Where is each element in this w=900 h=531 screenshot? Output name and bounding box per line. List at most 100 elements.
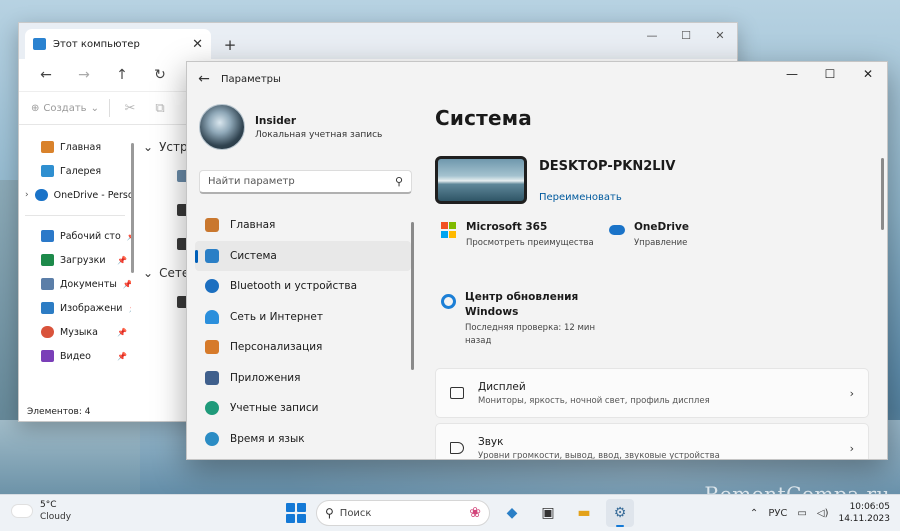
forward-arrow-icon[interactable]: → (65, 67, 103, 83)
nav-item-personalization[interactable]: Персонализация (195, 332, 411, 363)
nav-item-network[interactable]: Сеть и Интернет (195, 302, 411, 333)
update-sync-icon (441, 294, 456, 309)
nav-item-label: Учетные записи (230, 402, 319, 415)
sidebar-item-onedrive[interactable]: › OneDrive - Perso (19, 183, 131, 207)
device-wallpaper-thumbnail[interactable] (435, 156, 527, 204)
windows-logo-icon (286, 514, 295, 523)
sidebar-item-gallery[interactable]: Галерея (19, 159, 131, 183)
explorer-tab[interactable]: Этот компьютер ✕ (25, 29, 211, 59)
nav-scrollbar[interactable] (411, 222, 414, 370)
volume-icon[interactable]: ◁) (817, 508, 829, 519)
chevron-down-icon: ⌄ (143, 140, 154, 154)
windows-logo-icon (286, 503, 295, 512)
account-type: Локальная учетная запись (255, 129, 383, 140)
rename-link[interactable]: Переименовать (539, 192, 675, 203)
tile-onedrive[interactable]: OneDrive Управление (609, 220, 689, 250)
minimize-icon[interactable]: — (773, 62, 811, 86)
monitor-icon (450, 387, 464, 399)
taskbar-search-label: Поиск (339, 507, 372, 519)
chevron-right-icon: › (849, 387, 854, 400)
desktop-folder-icon (41, 230, 54, 242)
sidebar-item-label: Рабочий сто (60, 230, 121, 242)
copy-icon[interactable]: ⧉ (150, 101, 170, 116)
sidebar-scrollbar[interactable] (131, 135, 135, 405)
chevron-right-icon[interactable]: › (25, 190, 29, 200)
settings-window-title: Параметры (221, 73, 281, 85)
nav-item-system[interactable]: Система (195, 240, 411, 271)
copilot-icon[interactable]: ◆ (498, 499, 526, 527)
downloads-icon (41, 254, 54, 266)
sidebar-item-label: Документы (60, 278, 117, 290)
back-arrow-icon[interactable]: ← (27, 67, 65, 83)
up-arrow-icon[interactable]: ↑ (103, 67, 141, 83)
divider (108, 99, 110, 117)
explorer-tab-title: Этот компьютер (53, 38, 140, 50)
home-icon (41, 141, 54, 153)
close-icon[interactable]: ✕ (703, 23, 737, 47)
network-icon[interactable]: ▭ (797, 508, 806, 519)
start-button[interactable] (284, 501, 308, 525)
system-tray: ⌃ РУС ▭ ◁) 10:06:05 14.11.2023 (750, 501, 890, 525)
sidebar-item-videos[interactable]: Видео 📌 (19, 344, 131, 368)
back-arrow-icon[interactable]: ← (187, 71, 221, 87)
computer-icon (33, 38, 46, 50)
nav-item-label: Приложения (230, 371, 301, 384)
main-scrollbar[interactable] (881, 158, 884, 230)
documents-icon (41, 278, 54, 290)
card-display[interactable]: Дисплей Мониторы, яркость, ночной свет, … (435, 368, 869, 418)
sidebar-item-label: Галерея (60, 165, 102, 177)
onedrive-cloud-icon (34, 189, 48, 201)
sidebar-item-label: Загрузки (60, 254, 106, 266)
music-icon (41, 326, 54, 338)
tile-microsoft-365[interactable]: Microsoft 365 Просмотреть преимущества (441, 220, 594, 250)
sidebar-item-music[interactable]: Музыка 📌 (19, 320, 131, 344)
nav-item-time-language[interactable]: Время и язык (195, 424, 411, 455)
tile-windows-update[interactable]: Центр обновления Windows Последняя прове… (441, 290, 601, 348)
sidebar-divider (25, 215, 125, 216)
onedrive-cloud-icon (609, 225, 625, 235)
task-view-icon[interactable]: ▣ (534, 499, 562, 527)
settings-gear-icon[interactable]: ⚙ (606, 499, 634, 527)
tile-title: OneDrive (634, 221, 689, 233)
card-subtitle: Уровни громкости, вывод, ввод, звуковые … (478, 450, 720, 460)
globe-clock-icon (205, 431, 219, 446)
pin-icon: 📌 (117, 255, 127, 265)
refresh-icon[interactable]: ↻ (141, 67, 179, 83)
sidebar-item-documents[interactable]: Документы 📌 (19, 272, 131, 296)
sidebar-item-pictures[interactable]: Изображени 📌 (19, 296, 131, 320)
weather-widget[interactable]: 5°C Cloudy (12, 500, 71, 522)
close-tab-icon[interactable]: ✕ (192, 37, 203, 52)
apps-icon (205, 370, 219, 385)
system-display-icon (205, 248, 219, 263)
card-sound[interactable]: Звук Уровни громкости, вывод, ввод, звук… (435, 423, 869, 460)
tile-title: Центр обновления Windows (465, 291, 579, 318)
nav-item-label: Время и язык (230, 432, 305, 445)
nav-item-home[interactable]: Главная (195, 210, 411, 241)
sidebar-item-home[interactable]: Главная (19, 135, 131, 159)
nav-item-label: Bluetooth и устройства (230, 280, 357, 293)
sidebar-item-desktop[interactable]: Рабочий сто 📌 (19, 224, 131, 248)
chevron-up-icon[interactable]: ⌃ (750, 508, 758, 519)
maximize-icon[interactable]: ☐ (811, 62, 849, 86)
nav-item-accounts[interactable]: Учетные записи (195, 393, 411, 424)
user-profile[interactable]: Insider Локальная учетная запись (199, 104, 382, 150)
settings-search[interactable]: ⚲ (199, 170, 412, 194)
file-explorer-icon[interactable]: ▬ (570, 499, 598, 527)
cut-icon[interactable]: ✂ (120, 101, 140, 116)
nav-item-apps[interactable]: Приложения (195, 363, 411, 394)
close-icon[interactable]: ✕ (849, 62, 887, 86)
nav-item-bluetooth[interactable]: Bluetooth и устройства (195, 271, 411, 302)
taskbar: 5°C Cloudy ⚲ Поиск ❀ ◆ ▣ ▬ ⚙ ⌃ РУС ▭ ◁) … (0, 494, 900, 531)
search-input[interactable] (208, 176, 395, 187)
new-tab-button[interactable]: + (217, 31, 243, 59)
device-info: DESKTOP-PKN2LIV Переименовать (435, 156, 675, 204)
explorer-window-controls: — ☐ ✕ (635, 23, 737, 47)
sidebar-item-downloads[interactable]: Загрузки 📌 (19, 248, 131, 272)
language-indicator[interactable]: РУС (768, 508, 787, 519)
minimize-icon[interactable]: — (635, 23, 669, 47)
maximize-icon[interactable]: ☐ (669, 23, 703, 47)
taskbar-search[interactable]: ⚲ Поиск ❀ (316, 500, 490, 526)
scrollbar-thumb[interactable] (131, 143, 134, 273)
clock[interactable]: 10:06:05 14.11.2023 (838, 501, 890, 525)
create-button[interactable]: ⊕ Создать ⌄ (31, 103, 99, 114)
